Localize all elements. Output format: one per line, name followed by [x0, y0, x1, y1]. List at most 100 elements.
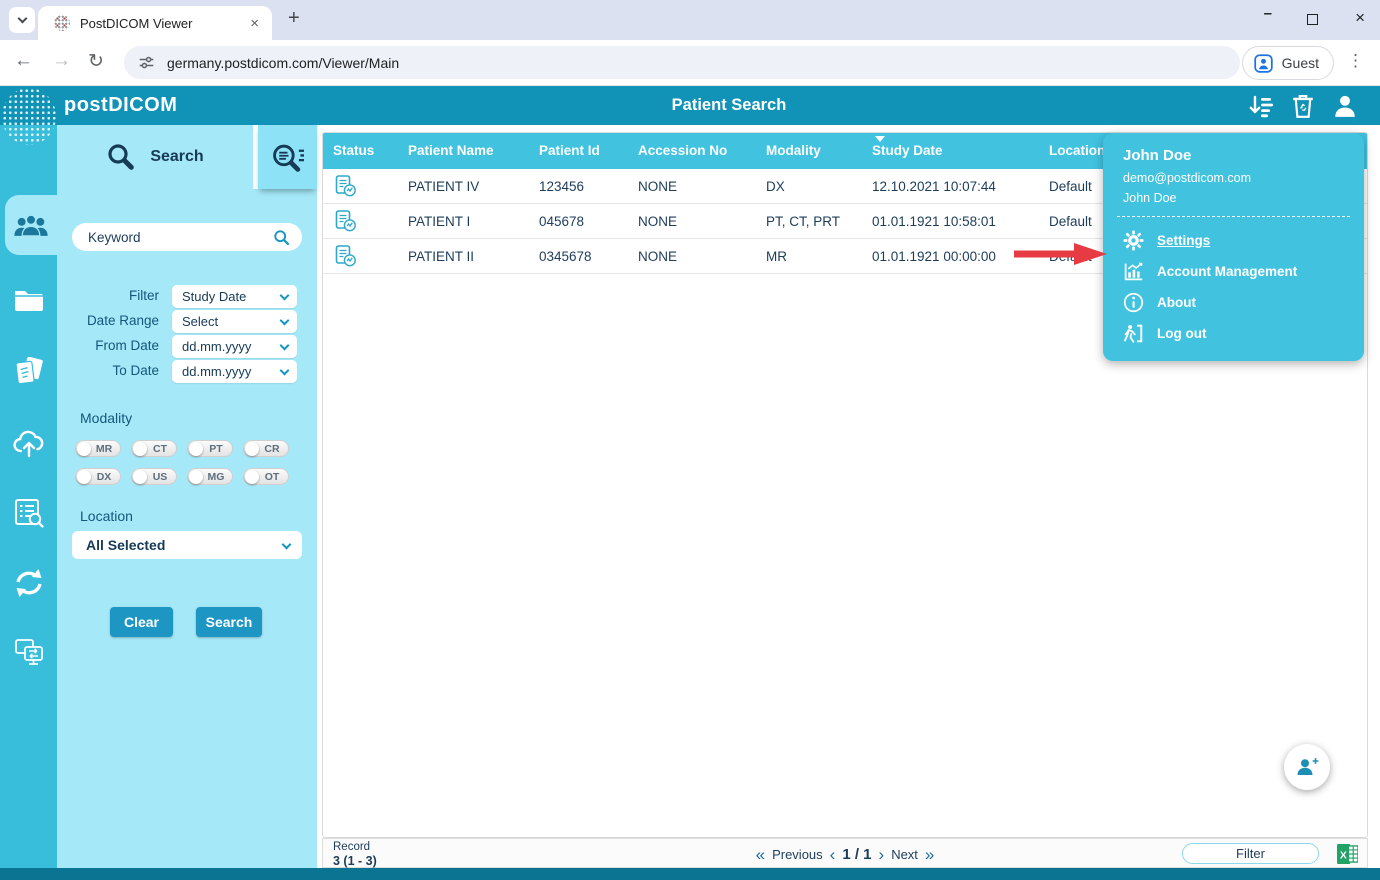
toggle-knob — [133, 470, 147, 484]
back-icon[interactable]: ← — [14, 50, 33, 72]
info-icon — [1123, 292, 1144, 313]
sidebar-item-studies[interactable] — [0, 355, 57, 389]
modality-ot-label: OT — [259, 471, 288, 483]
modality-cell: DX — [756, 179, 862, 194]
forward-icon[interactable]: → — [52, 50, 71, 72]
accession-no-cell: NONE — [628, 214, 756, 229]
sidebar-item-patients[interactable] — [5, 195, 57, 255]
date-range-row: Date Range Select — [57, 310, 317, 335]
date-range-select[interactable]: Select — [172, 310, 297, 333]
last-page-icon[interactable]: » — [925, 846, 934, 863]
about-label: About — [1157, 295, 1196, 310]
window-close-button[interactable]: × — [1355, 8, 1365, 28]
browser-tab[interactable]: PostDICOM Viewer × — [38, 6, 272, 40]
sidebar-item-upload[interactable] — [0, 426, 57, 460]
study-date-cell: 01.01.1921 10:58:01 — [862, 214, 1039, 229]
filter-select[interactable]: Study Date — [172, 285, 297, 308]
sidebar-item-order-search[interactable] — [0, 496, 57, 530]
from-date-label: From Date — [57, 338, 159, 353]
modality-toggle-us[interactable]: US — [131, 468, 177, 485]
add-user-icon — [1295, 755, 1319, 779]
status-cell[interactable] — [323, 245, 398, 267]
modality-us-label: US — [147, 471, 176, 483]
settings-label: Settings — [1157, 233, 1210, 248]
column-header-accession-no[interactable]: Accession No — [628, 133, 756, 169]
search-icon[interactable] — [273, 229, 290, 246]
patient-id-cell: 045678 — [529, 214, 628, 229]
excel-export-icon[interactable]: X — [1337, 844, 1358, 864]
modality-mg-label: MG — [203, 471, 232, 483]
filter-button[interactable]: Filter — [1182, 843, 1319, 864]
left-sidebar — [0, 125, 57, 868]
address-bar[interactable]: germany.postdicom.com/Viewer/Main — [124, 46, 1240, 79]
table-footer: Record 3 (1 - 3) « Previous ‹ 1 / 1 › Ne… — [322, 838, 1368, 868]
modality-toggle-cr[interactable]: CR — [243, 440, 289, 457]
column-header-status[interactable]: Status — [323, 133, 398, 169]
accession-no-cell: NONE — [628, 249, 756, 264]
order-list-icon[interactable] — [1248, 93, 1274, 119]
add-patient-button[interactable] — [1284, 744, 1330, 790]
next-page-button[interactable]: Next — [891, 847, 918, 862]
modality-toggle-dx[interactable]: DX — [75, 468, 121, 485]
window-maximize-button[interactable] — [1307, 14, 1318, 25]
status-cell[interactable] — [323, 175, 398, 197]
keyword-input[interactable] — [88, 230, 273, 245]
first-page-icon[interactable]: « — [756, 846, 765, 863]
reload-icon[interactable]: ↻ — [88, 50, 104, 73]
modality-toggle-ct[interactable]: CT — [131, 440, 177, 457]
previous-page-button[interactable]: Previous — [772, 847, 823, 862]
from-date-select[interactable]: dd.mm.yyyy — [172, 335, 297, 358]
from-date-value: dd.mm.yyyy — [182, 339, 251, 354]
column-header-patient-name[interactable]: Patient Name — [398, 133, 529, 169]
modality-toggle-pt[interactable]: PT — [187, 440, 233, 457]
status-cell[interactable] — [323, 210, 398, 232]
menu-item-account-management[interactable]: Account Management — [1103, 256, 1364, 287]
next-page-icon[interactable]: › — [879, 846, 885, 863]
browser-profile-button[interactable]: Guest — [1242, 46, 1334, 80]
modality-toggle-mg[interactable]: MG — [187, 468, 233, 485]
chevron-down-icon — [280, 366, 290, 376]
modality-toggle-ot[interactable]: OT — [243, 468, 289, 485]
study-report-icon — [333, 210, 358, 232]
sidebar-item-transfer[interactable] — [0, 635, 57, 669]
logout-icon — [1123, 323, 1144, 344]
toggle-knob — [77, 470, 91, 484]
new-tab-button[interactable]: + — [288, 7, 300, 30]
menu-item-logout[interactable]: Log out — [1103, 318, 1364, 349]
sidebar-item-folders[interactable] — [0, 283, 57, 317]
column-header-study-date[interactable]: Study Date — [862, 133, 1039, 169]
modality-mr-label: MR — [91, 443, 120, 455]
menu-item-settings[interactable]: Settings — [1103, 225, 1364, 256]
modality-toggle-mr[interactable]: MR — [75, 440, 121, 457]
bottom-accent-bar — [0, 868, 1380, 880]
study-report-icon — [333, 175, 358, 197]
browser-tab-strip: PostDICOM Viewer × + – × — [0, 0, 1380, 40]
transfer-icon — [13, 637, 45, 667]
column-header-patient-id[interactable]: Patient Id — [529, 133, 628, 169]
clear-button[interactable]: Clear — [110, 607, 173, 637]
tab-close-icon[interactable]: × — [247, 15, 262, 32]
to-date-select[interactable]: dd.mm.yyyy — [172, 360, 297, 383]
previous-page-icon[interactable]: ‹ — [830, 846, 836, 863]
tab-advanced-search[interactable] — [258, 125, 317, 189]
window-minimize-button[interactable]: – — [1264, 5, 1272, 22]
patient-id-cell: 123456 — [529, 179, 628, 194]
sidebar-item-sync[interactable] — [0, 566, 57, 600]
site-settings-icon[interactable] — [138, 54, 155, 71]
tab-search[interactable]: Search — [57, 125, 253, 189]
chevron-down-icon — [280, 291, 290, 301]
location-select[interactable]: All Selected — [72, 531, 302, 559]
menu-item-about[interactable]: About — [1103, 287, 1364, 318]
guest-avatar-icon — [1253, 53, 1274, 74]
location-label: Location — [80, 508, 133, 524]
column-header-modality[interactable]: Modality — [756, 133, 862, 169]
user-icon[interactable] — [1332, 93, 1358, 119]
trash-icon[interactable] — [1290, 93, 1316, 119]
search-panel: Search Filter Study Date — [57, 125, 317, 868]
date-range-label: Date Range — [57, 313, 159, 328]
app-header: postDICOM Patient Search — [0, 86, 1380, 125]
browser-menu-icon[interactable]: ⋮ — [1347, 51, 1364, 71]
postdicom-favicon — [54, 15, 70, 31]
tab-search-button[interactable] — [9, 7, 35, 33]
search-button[interactable]: Search — [196, 607, 262, 637]
